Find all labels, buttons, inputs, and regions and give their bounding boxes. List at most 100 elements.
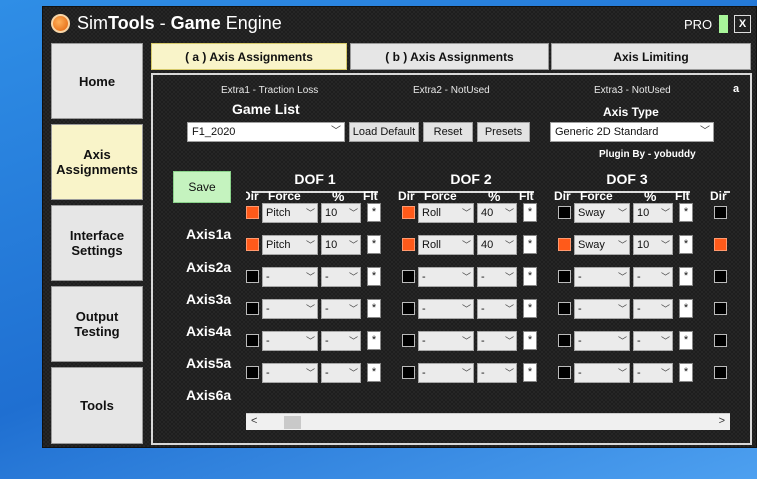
force-select[interactable]: Sway ﹀ xyxy=(574,203,630,223)
force-select[interactable]: - ﹀ xyxy=(574,331,630,351)
filter-button[interactable]: * xyxy=(679,203,693,222)
dir-toggle[interactable] xyxy=(558,334,571,347)
nav-axis-assignments-button[interactable]: Axis Assignments xyxy=(51,124,143,200)
filter-button[interactable]: * xyxy=(679,235,693,254)
dir-toggle[interactable] xyxy=(402,302,415,315)
dir-toggle[interactable] xyxy=(714,206,727,219)
save-button[interactable]: Save xyxy=(173,171,231,203)
force-select[interactable]: - ﹀ xyxy=(418,363,474,383)
force-select-value: - xyxy=(266,303,270,315)
percent-select[interactable]: - ﹀ xyxy=(477,363,517,383)
force-select[interactable]: - ﹀ xyxy=(262,363,318,383)
dir-toggle[interactable] xyxy=(402,366,415,379)
force-select[interactable]: - ﹀ xyxy=(262,267,318,287)
dir-toggle[interactable] xyxy=(714,334,727,347)
percent-select[interactable]: 10 ﹀ xyxy=(633,235,673,255)
filter-button[interactable]: * xyxy=(523,235,537,254)
percent-select[interactable]: - ﹀ xyxy=(321,299,361,319)
dir-toggle[interactable] xyxy=(246,238,259,251)
dir-toggle[interactable] xyxy=(714,302,727,315)
dir-toggle[interactable] xyxy=(246,334,259,347)
close-button[interactable]: X xyxy=(734,15,751,33)
load-default-button[interactable]: Load Default xyxy=(349,122,419,142)
percent-select[interactable]: - ﹀ xyxy=(477,331,517,351)
filter-button[interactable]: * xyxy=(367,331,381,350)
dir-toggle[interactable] xyxy=(714,238,727,251)
reset-button[interactable]: Reset xyxy=(423,122,473,142)
percent-select[interactable]: - ﹀ xyxy=(477,299,517,319)
dir-toggle[interactable] xyxy=(246,302,259,315)
percent-select[interactable]: 40 ﹀ xyxy=(477,235,517,255)
dir-toggle[interactable] xyxy=(558,206,571,219)
presets-button[interactable]: Presets xyxy=(477,122,530,142)
horizontal-scrollbar[interactable]: < > xyxy=(246,413,730,430)
dir-toggle[interactable] xyxy=(402,270,415,283)
filter-button[interactable]: * xyxy=(679,331,693,350)
percent-select[interactable]: - ﹀ xyxy=(633,299,673,319)
tab-axis-assignments-a[interactable]: ( a ) Axis Assignments xyxy=(151,43,347,70)
dof-title-3: DOF 3 xyxy=(606,171,648,187)
scroll-right-icon[interactable]: > xyxy=(719,415,725,427)
percent-select[interactable]: - ﹀ xyxy=(477,267,517,287)
dir-toggle[interactable] xyxy=(402,206,415,219)
force-select[interactable]: Sway ﹀ xyxy=(574,235,630,255)
nav-tools-button[interactable]: Tools xyxy=(51,367,143,444)
filter-button[interactable]: * xyxy=(367,235,381,254)
dir-toggle[interactable] xyxy=(714,270,727,283)
axis-label-3: Axis3a xyxy=(186,291,232,307)
dir-toggle[interactable] xyxy=(246,270,259,283)
nav-interface-settings-button[interactable]: Interface Settings xyxy=(51,205,143,281)
force-select[interactable]: - ﹀ xyxy=(574,363,630,383)
dir-toggle[interactable] xyxy=(558,270,571,283)
game-list-select[interactable]: F1_2020 ﹀ xyxy=(187,122,345,142)
force-select[interactable]: Pitch ﹀ xyxy=(262,203,318,223)
dir-toggle[interactable] xyxy=(558,238,571,251)
dir-toggle[interactable] xyxy=(246,366,259,379)
percent-select[interactable]: 10 ﹀ xyxy=(321,203,361,223)
percent-select[interactable]: - ﹀ xyxy=(633,267,673,287)
force-select[interactable]: - ﹀ xyxy=(262,299,318,319)
percent-select[interactable]: 40 ﹀ xyxy=(477,203,517,223)
dir-toggle[interactable] xyxy=(246,206,259,219)
dir-toggle[interactable] xyxy=(714,366,727,379)
force-select[interactable]: - ﹀ xyxy=(418,267,474,287)
percent-select[interactable]: 10 ﹀ xyxy=(633,203,673,223)
force-select[interactable]: - ﹀ xyxy=(262,331,318,351)
force-select[interactable]: Roll ﹀ xyxy=(418,235,474,255)
axis-type-select[interactable]: Generic 2D Standard ﹀ xyxy=(550,122,714,142)
percent-select[interactable]: 10 ﹀ xyxy=(321,235,361,255)
filter-button[interactable]: * xyxy=(523,363,537,382)
filter-button[interactable]: * xyxy=(523,267,537,286)
tab-axis-limiting[interactable]: Axis Limiting xyxy=(551,43,751,70)
filter-button[interactable]: * xyxy=(367,363,381,382)
filter-button[interactable]: * xyxy=(523,203,537,222)
nav-home-button[interactable]: Home xyxy=(51,43,143,119)
force-select[interactable]: - ﹀ xyxy=(418,299,474,319)
force-select[interactable]: - ﹀ xyxy=(574,267,630,287)
force-select[interactable]: - ﹀ xyxy=(574,299,630,319)
force-select[interactable]: Roll ﹀ xyxy=(418,203,474,223)
filter-button[interactable]: * xyxy=(523,299,537,318)
tab-axis-assignments-b[interactable]: ( b ) Axis Assignments xyxy=(350,43,549,70)
dir-toggle[interactable] xyxy=(402,238,415,251)
scroll-left-icon[interactable]: < xyxy=(251,415,257,427)
filter-button[interactable]: * xyxy=(679,299,693,318)
percent-select[interactable]: - ﹀ xyxy=(633,363,673,383)
percent-select[interactable]: - ﹀ xyxy=(321,331,361,351)
filter-button[interactable]: * xyxy=(367,203,381,222)
filter-button[interactable]: * xyxy=(367,299,381,318)
dir-toggle[interactable] xyxy=(402,334,415,347)
force-select[interactable]: Pitch ﹀ xyxy=(262,235,318,255)
filter-button[interactable]: * xyxy=(523,331,537,350)
nav-output-testing-button[interactable]: Output Testing xyxy=(51,286,143,362)
filter-button[interactable]: * xyxy=(367,267,381,286)
dir-toggle[interactable] xyxy=(558,302,571,315)
dir-toggle[interactable] xyxy=(558,366,571,379)
scroll-thumb[interactable] xyxy=(284,416,301,429)
filter-button[interactable]: * xyxy=(679,363,693,382)
force-select[interactable]: - ﹀ xyxy=(418,331,474,351)
filter-button[interactable]: * xyxy=(679,267,693,286)
percent-select[interactable]: - ﹀ xyxy=(633,331,673,351)
percent-select[interactable]: - ﹀ xyxy=(321,267,361,287)
percent-select[interactable]: - ﹀ xyxy=(321,363,361,383)
